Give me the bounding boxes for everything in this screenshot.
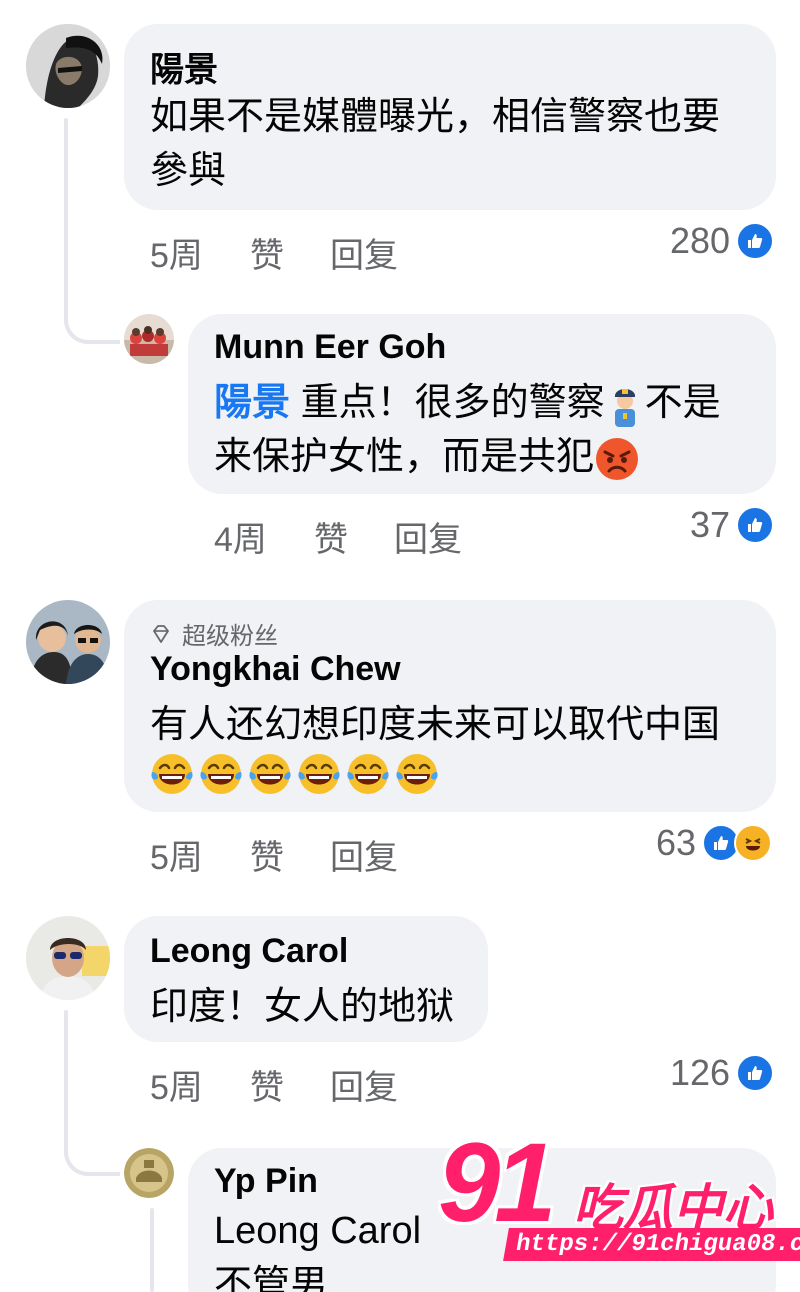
thread-connector	[64, 1128, 120, 1176]
avatar[interactable]	[26, 600, 110, 684]
comment-text-line: 參與	[150, 150, 227, 192]
comment-actions: 5周 赞 回复	[150, 228, 450, 275]
comment-text: 如果不是媒體曝光，相信警察也要 參與	[150, 90, 760, 198]
like-icon	[736, 506, 775, 544]
reply-text-part: 不是	[644, 382, 721, 424]
reply-author[interactable]: Munn Eer Goh	[214, 328, 446, 367]
reply-text-part: 不管男	[214, 1264, 329, 1292]
comment-author[interactable]: Yongkhai Chew	[150, 650, 401, 689]
reply-text-part: 重点！很多的警察	[300, 382, 605, 424]
like-button[interactable]: 赞	[250, 830, 284, 879]
thread-line	[150, 1208, 154, 1292]
comment-time[interactable]: 5周	[150, 1060, 203, 1109]
like-button[interactable]: 赞	[250, 228, 284, 277]
reaction-count[interactable]: 37	[690, 504, 775, 546]
tears-of-joy-emoji	[151, 754, 193, 794]
comment-author[interactable]: 陽景	[150, 42, 218, 91]
reply-text-part: 来保护女性，而是共犯	[214, 436, 595, 478]
comment-time[interactable]: 5周	[150, 830, 203, 879]
diamond-icon	[153, 624, 169, 643]
emoji-row	[150, 752, 444, 796]
tears-of-joy-emoji	[347, 754, 389, 794]
tears-of-joy-emoji	[249, 754, 291, 794]
like-button[interactable]: 赞	[250, 1060, 284, 1109]
reply-author[interactable]: Yp Pin	[214, 1162, 318, 1201]
comment-text: 印度！女人的地狱	[150, 986, 455, 1028]
reply-actions: 4周 赞 回复	[214, 512, 514, 559]
like-icon	[736, 222, 775, 260]
police-officer-emoji	[605, 383, 645, 427]
avatar[interactable]	[124, 1148, 174, 1198]
like-button[interactable]: 赞	[314, 512, 348, 561]
tears-of-joy-emoji	[298, 754, 340, 794]
reaction-count-number: 63	[656, 822, 697, 863]
badge-label: 超级粉丝	[182, 623, 278, 650]
haha-icon	[734, 824, 773, 862]
tears-of-joy-emoji	[396, 754, 438, 794]
comment-actions: 5周 赞 回复	[150, 830, 450, 877]
watermark-url: https://91chigua08.com	[503, 1228, 800, 1261]
reaction-count[interactable]: 126	[670, 1052, 775, 1094]
comment-author[interactable]: Leong Carol	[150, 932, 348, 971]
comment-text: 有人还幻想印度未来可以取代中国	[150, 704, 721, 746]
like-icon	[736, 1054, 775, 1092]
reply-button[interactable]: 回复	[330, 228, 398, 277]
reply-time[interactable]: 4周	[214, 512, 267, 561]
reaction-count-number: 280	[670, 220, 731, 261]
reaction-count[interactable]: 280	[670, 220, 775, 262]
reaction-count-number: 126	[670, 1052, 731, 1093]
watermark-number: 91	[438, 1120, 557, 1245]
avatar[interactable]	[124, 314, 174, 364]
thread-connector	[64, 290, 120, 344]
mention-link[interactable]: 陽景	[214, 382, 290, 424]
reaction-count[interactable]: 63	[656, 822, 773, 864]
thread-line	[64, 118, 68, 308]
avatar[interactable]	[26, 916, 110, 1000]
comment-actions: 5周 赞 回复	[150, 1060, 450, 1107]
reply-button[interactable]: 回复	[394, 512, 462, 561]
reaction-count-number: 37	[690, 504, 731, 545]
reply-text: 陽景 重点！很多的警察 不是 来保护女性，而是共犯	[214, 376, 764, 484]
reply-button[interactable]: 回复	[330, 830, 398, 879]
angry-face-emoji	[594, 436, 640, 482]
tears-of-joy-emoji	[200, 754, 242, 794]
reply-button[interactable]: 回复	[330, 1060, 398, 1109]
comment-time[interactable]: 5周	[150, 228, 203, 277]
avatar[interactable]	[26, 24, 110, 108]
top-fan-badge: 超级粉丝	[150, 616, 278, 651]
comment-text-line: 如果不是媒體曝光，相信警察也要	[150, 96, 721, 138]
